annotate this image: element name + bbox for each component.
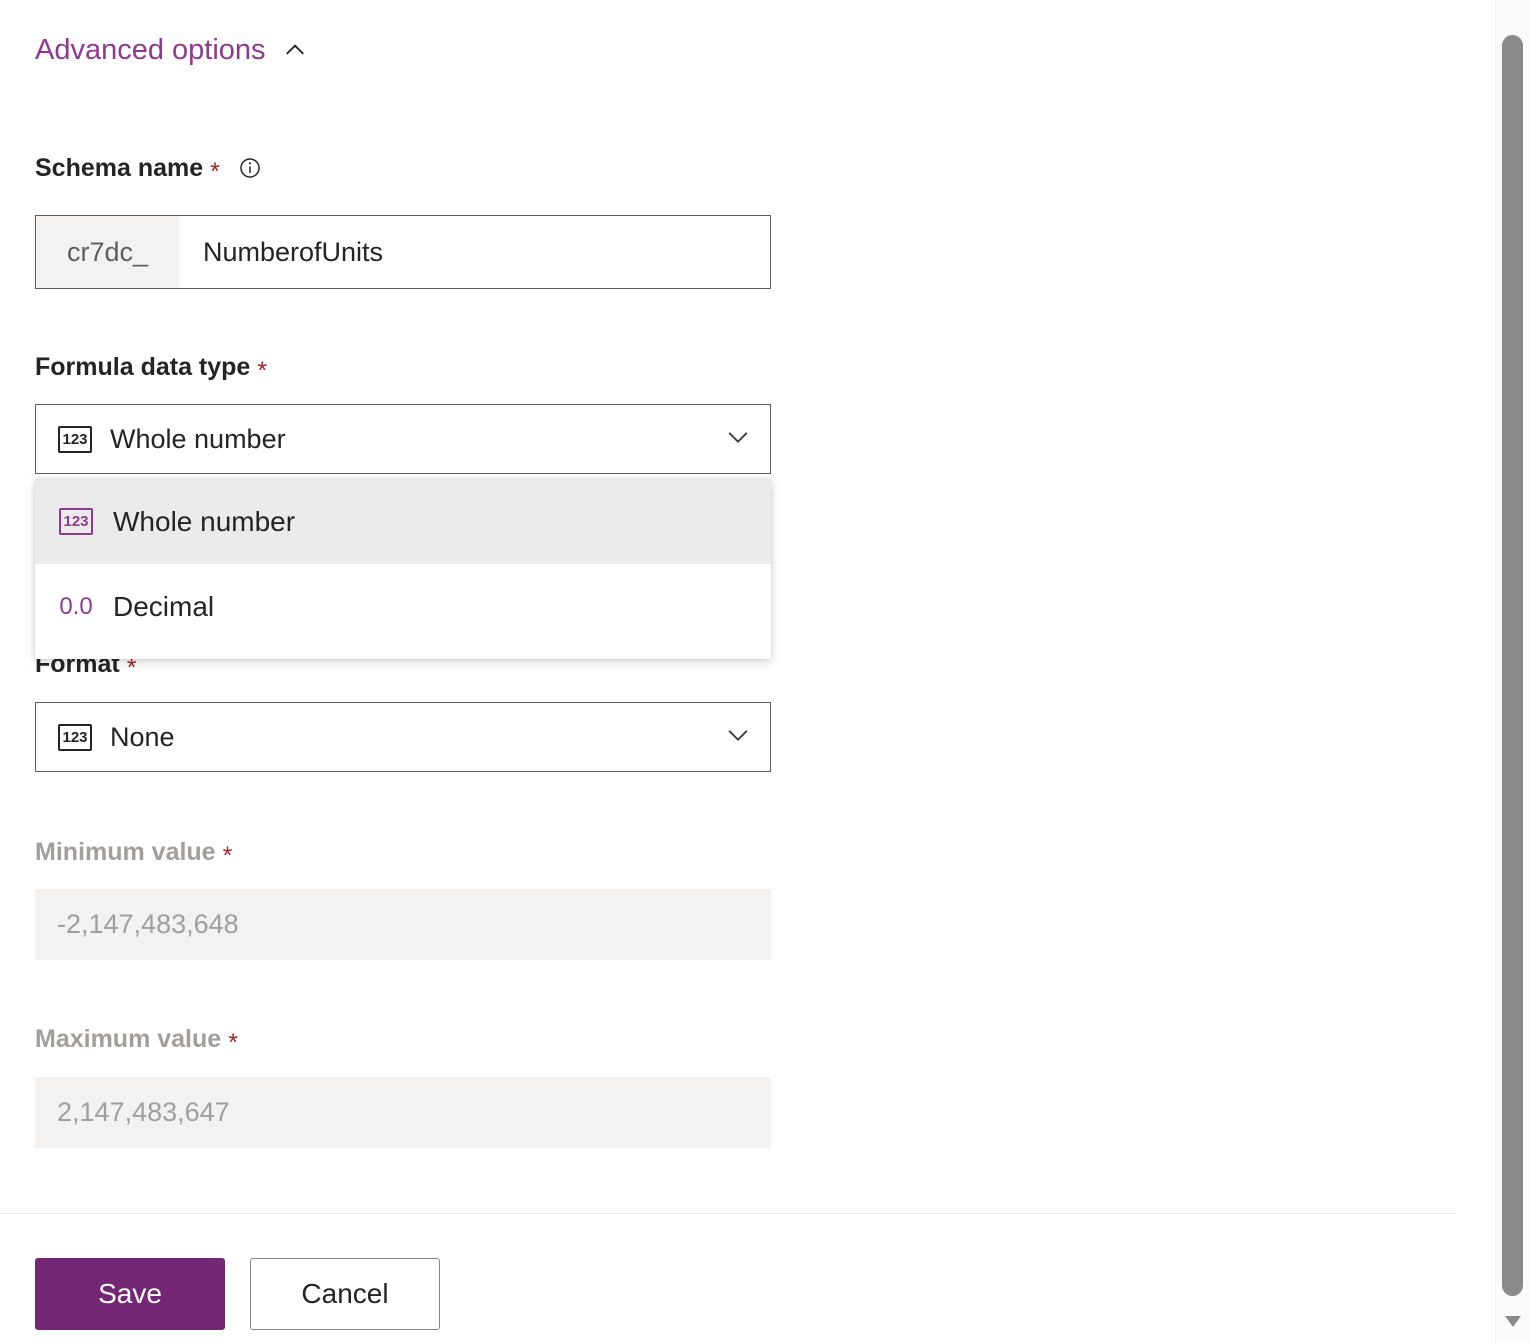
minimum-value-input: -2,147,483,648 xyxy=(35,889,771,960)
number-123-icon: 123 xyxy=(58,426,92,453)
chevron-down-icon[interactable] xyxy=(724,721,752,754)
formula-data-type-dropdown[interactable]: 123 Whole number xyxy=(35,404,771,474)
info-icon[interactable] xyxy=(238,156,262,180)
dropdown-option-label: Decimal xyxy=(113,591,214,623)
formula-data-type-label: Formula data type * xyxy=(35,351,267,383)
required-asterisk: * xyxy=(210,160,220,185)
chevron-up-icon xyxy=(282,37,308,63)
schema-name-label: Schema name * xyxy=(35,152,262,184)
maximum-value-input: 2,147,483,647 xyxy=(35,1077,771,1148)
footer-divider xyxy=(0,1213,1456,1214)
dropdown-option-decimal[interactable]: 0.0 Decimal xyxy=(35,564,771,649)
footer-actions: Save Cancel xyxy=(35,1258,440,1330)
chevron-down-icon[interactable] xyxy=(724,423,752,456)
required-asterisk: * xyxy=(223,844,233,869)
decimal-0-0-icon: 0.0 xyxy=(59,593,93,620)
dropdown-option-whole-number[interactable]: 123 Whole number xyxy=(35,479,771,564)
save-button[interactable]: Save xyxy=(35,1258,225,1330)
formula-data-type-options-list: 123 Whole number 0.0 Decimal xyxy=(35,479,771,659)
dropdown-option-label: Whole number xyxy=(113,506,295,538)
maximum-value-label: Maximum value * xyxy=(35,1023,238,1055)
number-123-icon: 123 xyxy=(59,508,93,535)
schema-name-input[interactable]: NumberofUnits xyxy=(179,216,770,288)
schema-name-prefix: cr7dc_ xyxy=(36,216,179,288)
scrollbar-thumb[interactable] xyxy=(1502,35,1523,1296)
panel-body: Advanced options Schema name * cr7dc_ Nu… xyxy=(0,0,1496,1343)
advanced-options-label: Advanced options xyxy=(35,32,266,68)
required-asterisk: * xyxy=(127,656,137,681)
minimum-value-label: Minimum value * xyxy=(35,836,232,868)
formula-data-type-value: Whole number xyxy=(110,424,286,455)
required-asterisk: * xyxy=(257,359,267,384)
schema-name-field[interactable]: cr7dc_ NumberofUnits xyxy=(35,215,771,289)
cancel-button[interactable]: Cancel xyxy=(250,1258,440,1330)
format-value: None xyxy=(110,722,175,753)
required-asterisk: * xyxy=(228,1031,238,1056)
column-properties-panel: Advanced options Schema name * cr7dc_ Nu… xyxy=(0,0,1530,1343)
format-dropdown[interactable]: 123 None xyxy=(35,702,771,772)
number-123-icon: 123 xyxy=(58,724,92,751)
scroll-down-arrow-icon[interactable] xyxy=(1505,1316,1521,1327)
advanced-options-toggle[interactable]: Advanced options xyxy=(35,32,308,68)
vertical-scrollbar[interactable] xyxy=(1495,0,1530,1343)
